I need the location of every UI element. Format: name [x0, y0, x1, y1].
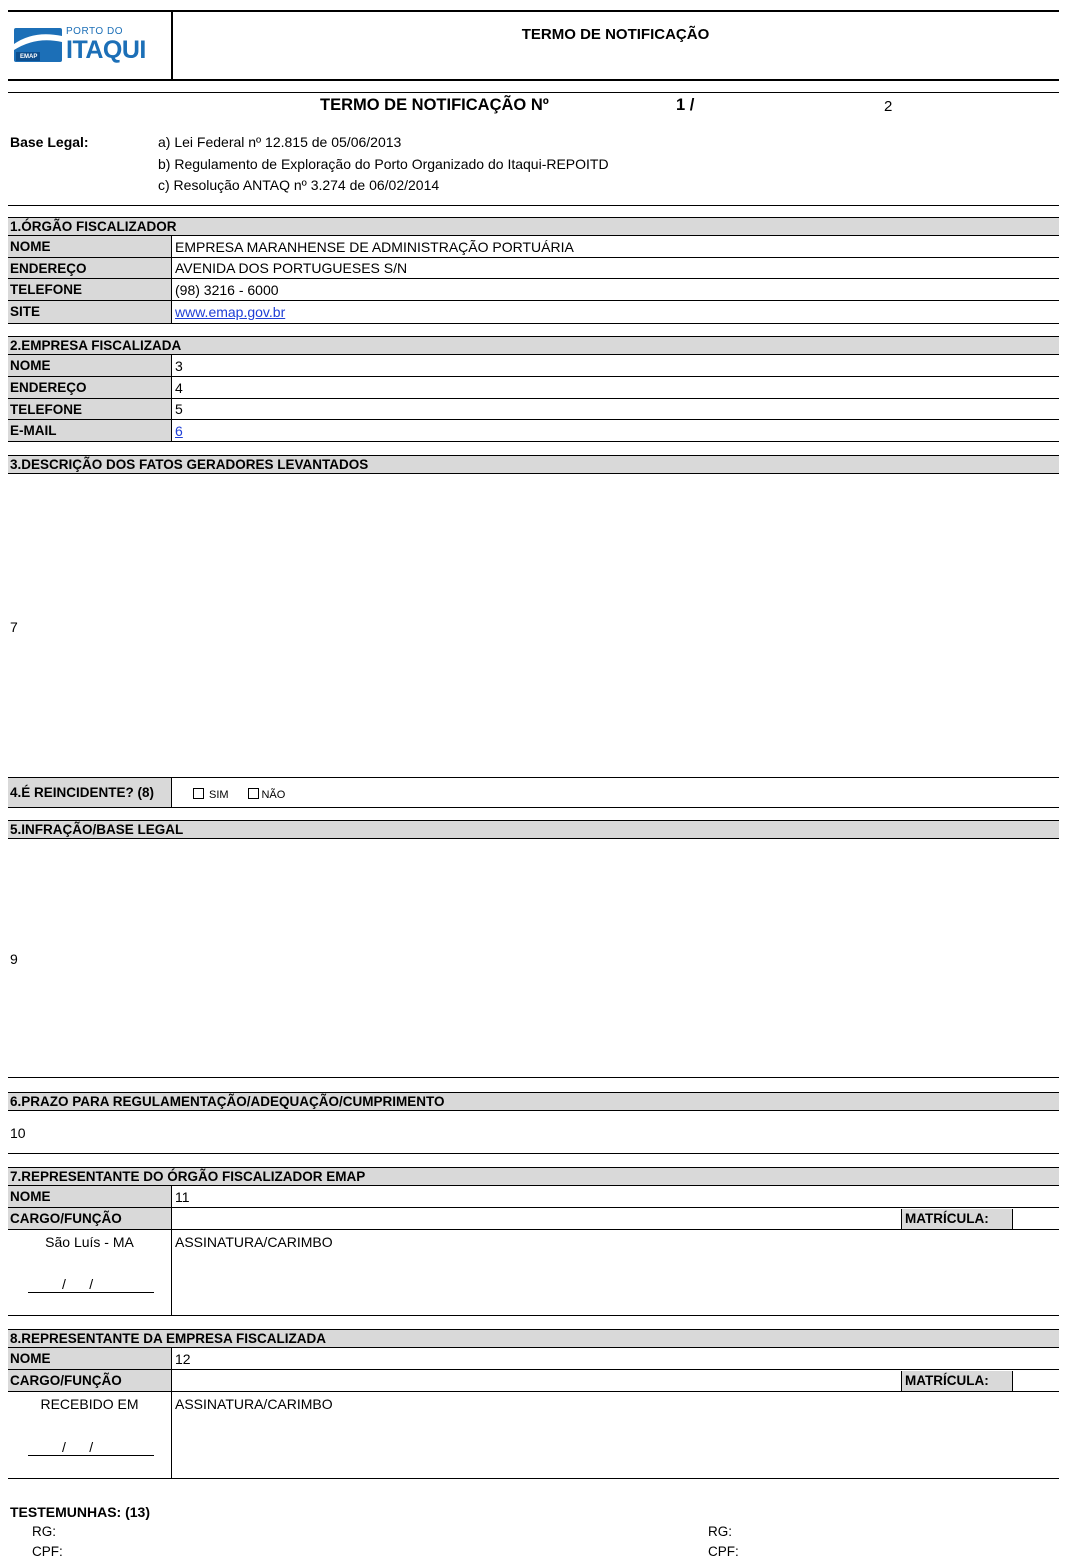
- divider: [8, 205, 1059, 206]
- s7-nome-value: 11: [171, 1186, 1059, 1208]
- s1-telefone-label: TELEFONE: [8, 279, 171, 301]
- s2-endereco-label: ENDEREÇO: [8, 377, 171, 399]
- s8-matricula-label: MATRÍCULA:: [901, 1371, 1013, 1391]
- sim-checkbox[interactable]: [193, 788, 204, 799]
- divider: [8, 1153, 1059, 1154]
- emap-logo: EMAP PORTO DO ITAQUI: [14, 24, 164, 64]
- section-7-header: 7.REPRESENTANTE DO ÓRGÃO FISCALIZADOR EM…: [8, 1167, 1059, 1186]
- witness-1-cpf: CPF:: [32, 1544, 63, 1559]
- section-8-header: 8.REPRESENTANTE DA EMPRESA FISCALIZADA: [8, 1329, 1059, 1348]
- s8-nome-value: 12: [171, 1348, 1059, 1370]
- section-6-header: 6.PRAZO PARA REGULAMENTAÇÃO/ADEQUAÇÃO/CU…: [8, 1092, 1059, 1111]
- base-legal-item: c) Resolução ANTAQ nº 3.274 de 06/02/201…: [158, 177, 440, 193]
- s7-matricula-label: MATRÍCULA:: [901, 1209, 1013, 1229]
- base-legal-label: Base Legal:: [10, 134, 89, 150]
- s2-email-label: E-MAIL: [8, 420, 171, 442]
- witnesses-title: TESTEMUNHAS: (13): [10, 1504, 151, 1520]
- s2-telefone-label: TELEFONE: [8, 399, 171, 420]
- s7-signature-label: ASSINATURA/CARIMBO: [175, 1234, 333, 1250]
- s1-telefone-value: (98) 3216 - 6000: [171, 279, 1059, 301]
- s4-divider: [171, 777, 172, 807]
- s7-date: / /: [28, 1276, 154, 1293]
- s5-infracao-value: 9: [10, 951, 18, 967]
- s4-options: SIM NÃO: [193, 787, 285, 801]
- header-divider: [171, 10, 173, 79]
- s1-site-label: SITE: [8, 301, 171, 324]
- s1-site-value: www.emap.gov.br: [171, 301, 1059, 324]
- divider: [8, 1315, 1059, 1316]
- base-legal-item: b) Regulamento de Exploração do Porto Or…: [158, 156, 609, 172]
- section-2-header: 2.EMPRESA FISCALIZADA: [8, 336, 1059, 355]
- s8-sign-divider: [171, 1392, 172, 1478]
- s3-description-value: 7: [10, 619, 18, 635]
- s7-place: São Luís - MA: [45, 1234, 134, 1250]
- s2-telefone-value: 5: [171, 399, 1059, 420]
- witness-2-cpf: CPF:: [708, 1544, 739, 1559]
- sim-label: SIM: [209, 789, 229, 801]
- nao-checkbox[interactable]: [248, 788, 260, 799]
- s7-cargo-label: CARGO/FUNÇÃO: [8, 1208, 171, 1230]
- section-3-header: 3.DESCRIÇÃO DOS FATOS GERADORES LEVANTAD…: [8, 455, 1059, 474]
- s7-nome-label: NOME: [8, 1186, 171, 1208]
- top-border: [8, 10, 1059, 12]
- notif-number-2: 2: [884, 98, 893, 115]
- s2-nome-label: NOME: [8, 355, 171, 377]
- divider: [8, 1478, 1059, 1479]
- s8-signature-label: ASSINATURA/CARIMBO: [175, 1396, 333, 1412]
- s1-endereco-value: AVENIDA DOS PORTUGUESES S/N: [171, 258, 1059, 279]
- s2-email-value: 6: [171, 420, 1059, 442]
- s2-endereco-value: 4: [171, 377, 1059, 399]
- section-4-label: 4.É REINCIDENTE? (8): [8, 778, 171, 807]
- header-bottom-border: [8, 79, 1059, 81]
- s6-prazo-value: 10: [10, 1125, 26, 1141]
- header-title: TERMO DE NOTIFICAÇÃO: [521, 26, 710, 43]
- site-link[interactable]: www.emap.gov.br: [175, 304, 285, 320]
- divider: [8, 807, 1059, 808]
- email-link[interactable]: 6: [175, 423, 183, 439]
- s8-place: RECEBIDO EM: [40, 1396, 139, 1412]
- s1-nome-value: EMPRESA MARANHENSE DE ADMINISTRAÇÃO PORT…: [171, 236, 1059, 258]
- notif-top-border: [8, 92, 1059, 93]
- witness-2-rg: RG:: [708, 1524, 733, 1539]
- section-5-header: 5.INFRAÇÃO/BASE LEGAL: [8, 820, 1059, 839]
- s1-nome-label: NOME: [8, 236, 171, 258]
- logo-badge: EMAP: [20, 54, 38, 60]
- logo-big-text: ITAQUI: [66, 36, 146, 64]
- s2-nome-value: 3: [171, 355, 1059, 377]
- witness-1-rg: RG:: [32, 1524, 57, 1539]
- s8-date: / /: [28, 1439, 154, 1456]
- section-1-header: 1.ÓRGÃO FISCALIZADOR: [8, 217, 1059, 236]
- s8-cargo-label: CARGO/FUNÇÃO: [8, 1370, 171, 1392]
- s7-sign-divider: [171, 1230, 172, 1315]
- nao-label: NÃO: [261, 789, 286, 801]
- base-legal-item: a) Lei Federal nº 12.815 de 05/06/2013: [158, 134, 402, 150]
- s8-nome-label: NOME: [8, 1348, 171, 1370]
- notif-label: TERMO DE NOTIFICAÇÃO Nº: [320, 96, 549, 114]
- s1-endereco-label: ENDEREÇO: [8, 258, 171, 279]
- notif-number-1: 1 /: [676, 96, 695, 114]
- divider: [8, 1077, 1059, 1078]
